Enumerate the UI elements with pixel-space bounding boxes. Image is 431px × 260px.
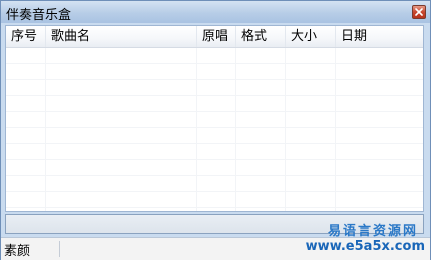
list-header: 序号 歌曲名 原唱 格式 大小 日期 — [6, 26, 423, 48]
empty-row — [6, 112, 423, 128]
watermark-url: www.e5a5x.com — [305, 239, 425, 254]
empty-row — [6, 80, 423, 96]
empty-row — [6, 48, 423, 64]
column-header-size[interactable]: 大小 — [286, 26, 336, 47]
main-window: 伴奏音乐盒 序号 歌曲名 原唱 格式 大小 日期 素颜 易语言资源网 www.e… — [0, 0, 431, 260]
close-button[interactable] — [412, 5, 426, 19]
column-header-index[interactable]: 序号 — [6, 26, 46, 47]
column-header-format[interactable]: 格式 — [236, 26, 286, 47]
window-title: 伴奏音乐盒 — [6, 8, 72, 23]
song-list[interactable]: 序号 歌曲名 原唱 格式 大小 日期 — [5, 25, 424, 212]
close-icon — [415, 8, 423, 16]
column-header-original-singer[interactable]: 原唱 — [197, 26, 236, 47]
status-text: 素颜 — [4, 244, 31, 259]
empty-row — [6, 144, 423, 160]
empty-row — [6, 128, 423, 144]
empty-row — [6, 96, 423, 112]
column-header-date[interactable]: 日期 — [336, 26, 423, 47]
column-header-song-name[interactable]: 歌曲名 — [46, 26, 197, 47]
empty-row — [6, 160, 423, 176]
empty-row — [6, 192, 423, 208]
title-bar[interactable]: 伴奏音乐盒 — [1, 1, 430, 23]
watermark-site-name: 易语言资源网 — [327, 224, 418, 239]
status-divider — [59, 241, 60, 257]
empty-row — [6, 176, 423, 192]
status-bar: 素颜 易语言资源网 www.e5a5x.com — [1, 224, 430, 260]
empty-row — [6, 64, 423, 80]
